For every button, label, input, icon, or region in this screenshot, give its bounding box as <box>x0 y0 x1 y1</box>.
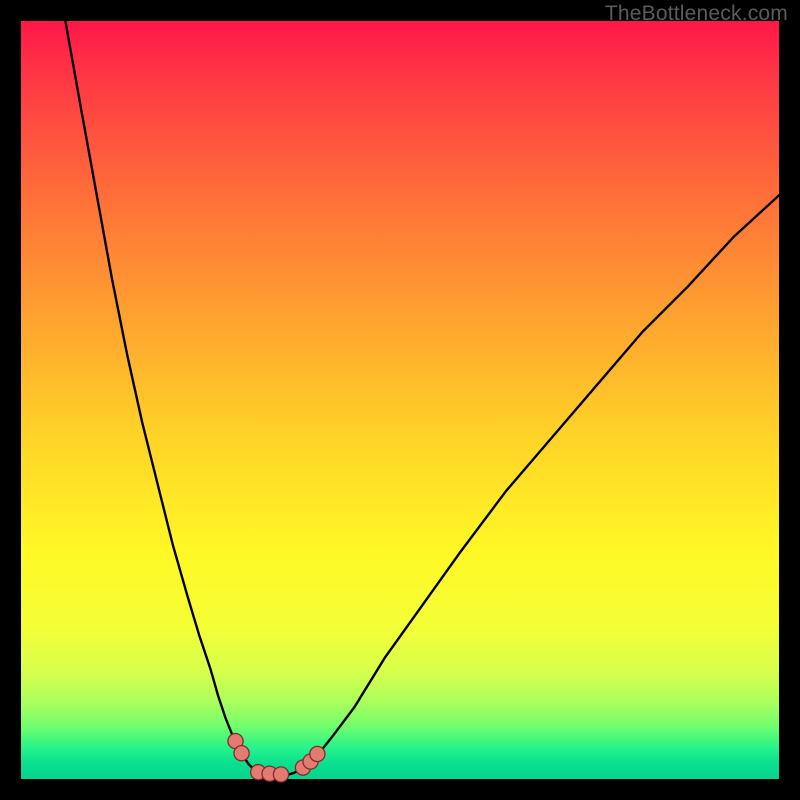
marker-point <box>273 767 288 782</box>
curve-left-branch <box>63 6 256 772</box>
marker-group <box>228 734 325 783</box>
marker-point <box>234 746 249 761</box>
watermark-text: TheBottleneck.com <box>605 2 788 26</box>
chart-frame <box>21 21 779 779</box>
chart-svg <box>21 21 779 779</box>
curve-right-branch <box>301 195 779 769</box>
marker-point <box>310 746 325 761</box>
